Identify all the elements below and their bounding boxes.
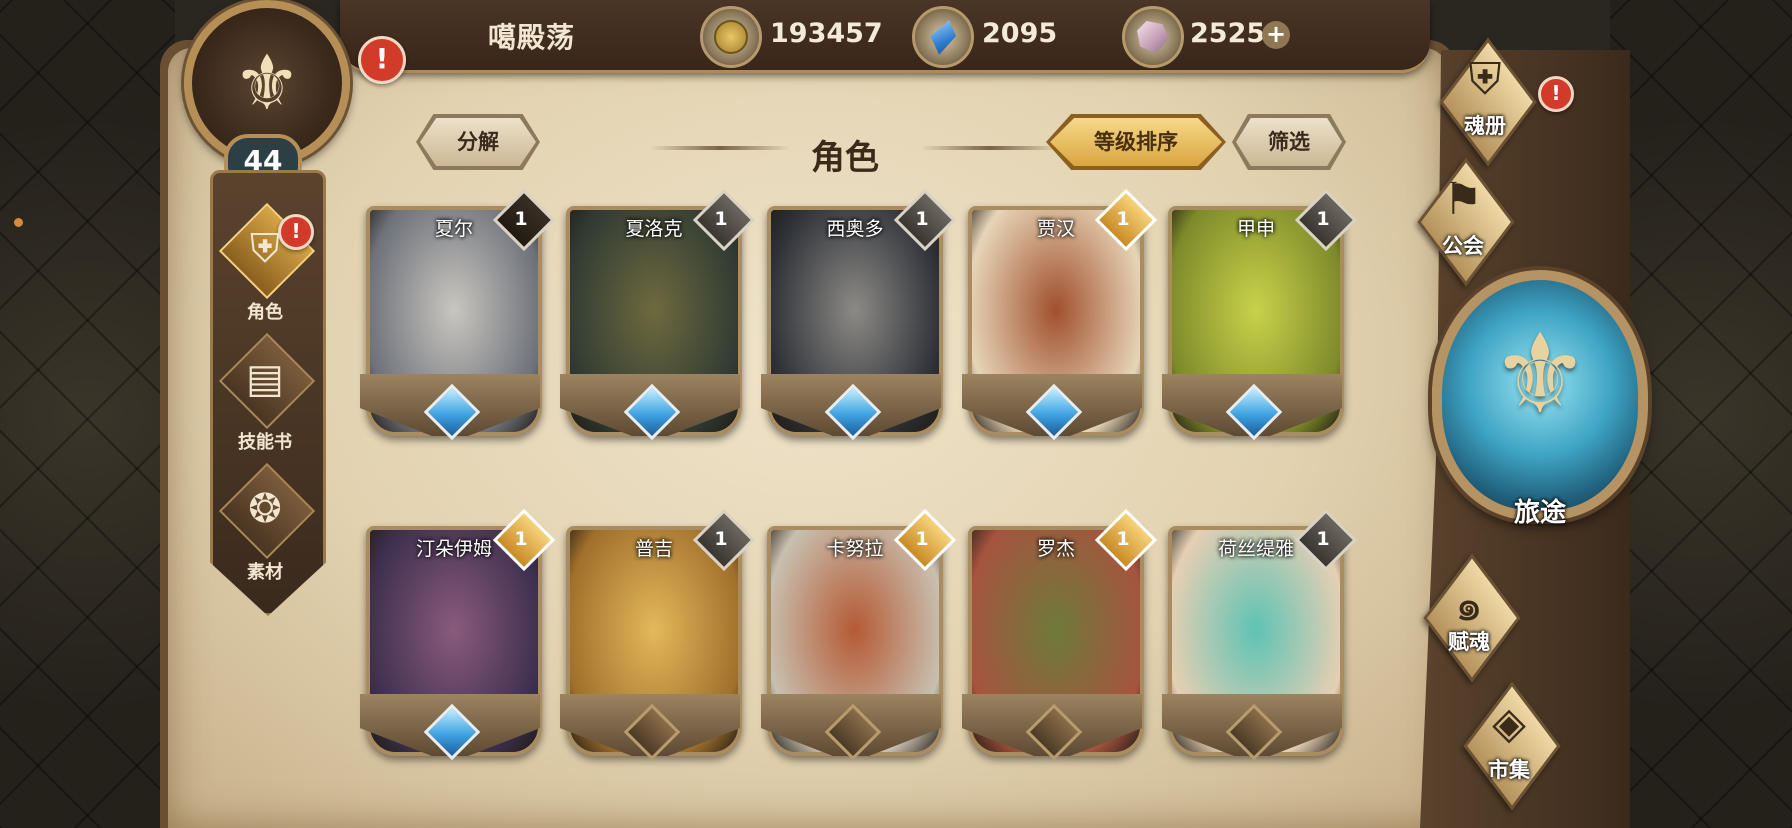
character-card[interactable]: 普吉 1 bbox=[560, 508, 756, 766]
gem-amount: 2095 bbox=[982, 18, 1058, 49]
left-background bbox=[0, 0, 175, 828]
filter-label: 筛选 bbox=[1268, 130, 1310, 154]
journey-button[interactable]: ⚜ 旅途 bbox=[1432, 270, 1648, 560]
trident-emblem-icon: ⚜ bbox=[1490, 310, 1590, 438]
material-icon: ❂ bbox=[248, 486, 282, 532]
trident-emblem-icon: ⚜ bbox=[232, 38, 302, 127]
blue-gem-icon bbox=[912, 6, 974, 68]
player-emblem[interactable]: ⚜ 44 bbox=[160, 0, 370, 190]
guild-label: 公会 bbox=[1442, 234, 1484, 258]
level-sort-button[interactable]: 等级排序 bbox=[1046, 114, 1226, 170]
soul-book-alert-badge: ! bbox=[1538, 76, 1574, 112]
journey-label: 旅途 bbox=[1513, 498, 1566, 528]
character-card[interactable]: 贾汉 1 bbox=[962, 188, 1158, 446]
character-count: 1 bbox=[714, 208, 728, 230]
title-flourish-left bbox=[650, 146, 790, 150]
gold-coin-icon bbox=[700, 6, 762, 68]
soul-book-label: 魂册 bbox=[1464, 114, 1506, 138]
soul-book-button[interactable]: ⛨ 魂册 bbox=[1412, 44, 1562, 154]
character-card[interactable]: 汀朵伊姆 1 bbox=[360, 508, 556, 766]
character-count: 1 bbox=[915, 528, 929, 550]
crystal-amount: 2525 bbox=[1190, 18, 1266, 49]
crystal-icon bbox=[1122, 6, 1184, 68]
character-card[interactable]: 夏洛克 1 bbox=[560, 188, 756, 446]
filter-button[interactable]: 筛选 bbox=[1232, 114, 1346, 170]
character-count: 1 bbox=[1116, 208, 1130, 230]
character-count: 1 bbox=[514, 208, 528, 230]
nav-label: 技能书 bbox=[238, 432, 292, 453]
character-count: 1 bbox=[1316, 528, 1330, 550]
character-card[interactable]: 罗杰 1 bbox=[962, 508, 1158, 766]
helmet-icon: ⛨ bbox=[250, 226, 280, 272]
nav-label: 角色 bbox=[247, 302, 283, 323]
decompose-label: 分解 bbox=[457, 130, 499, 154]
character-card[interactable]: 甲申 1 bbox=[1162, 188, 1358, 446]
sort-label: 等级排序 bbox=[1094, 130, 1178, 154]
character-card[interactable]: 卡努拉 1 bbox=[761, 508, 957, 766]
character-card[interactable]: 荷丝缇雅 1 bbox=[1162, 508, 1358, 766]
market-button[interactable]: ◈ 市集 bbox=[1436, 688, 1586, 798]
character-count: 1 bbox=[915, 208, 929, 230]
nav-item-skill-books[interactable]: ▤ 技能书 bbox=[210, 342, 320, 462]
player-name: 噶殿荡 bbox=[488, 21, 576, 54]
character-count: 1 bbox=[514, 528, 528, 550]
page-title: 角色 bbox=[811, 138, 879, 178]
add-crystal-button[interactable]: + bbox=[1262, 21, 1290, 49]
character-count: 1 bbox=[1116, 528, 1130, 550]
character-card[interactable]: 西奥多 1 bbox=[761, 188, 957, 446]
gem-outline-icon: ◈ bbox=[1492, 698, 1526, 749]
gold-amount: 193457 bbox=[770, 18, 883, 49]
character-count: 1 bbox=[714, 528, 728, 550]
profile-alert-badge: ! bbox=[358, 36, 406, 84]
character-card[interactable]: 夏尔 1 bbox=[360, 188, 556, 446]
guild-button[interactable]: ⚑ 公会 bbox=[1390, 164, 1540, 274]
skill-book-icon: ▤ bbox=[246, 356, 284, 402]
nav-item-materials[interactable]: ❂ 素材 bbox=[210, 472, 320, 592]
decompose-button[interactable]: 分解 bbox=[416, 114, 540, 170]
helmet-icon: ⛨ bbox=[1468, 54, 1502, 105]
market-label: 市集 bbox=[1488, 758, 1530, 782]
talent-label: 赋魂 bbox=[1448, 630, 1490, 654]
guild-banner-icon: ⚑ bbox=[1443, 174, 1483, 225]
indicator-dot bbox=[14, 218, 23, 227]
character-count: 1 bbox=[1316, 208, 1330, 230]
title-flourish-right bbox=[920, 146, 1060, 150]
nav-label: 素材 bbox=[247, 562, 283, 583]
talent-button[interactable]: ๑ 赋魂 bbox=[1396, 560, 1546, 670]
